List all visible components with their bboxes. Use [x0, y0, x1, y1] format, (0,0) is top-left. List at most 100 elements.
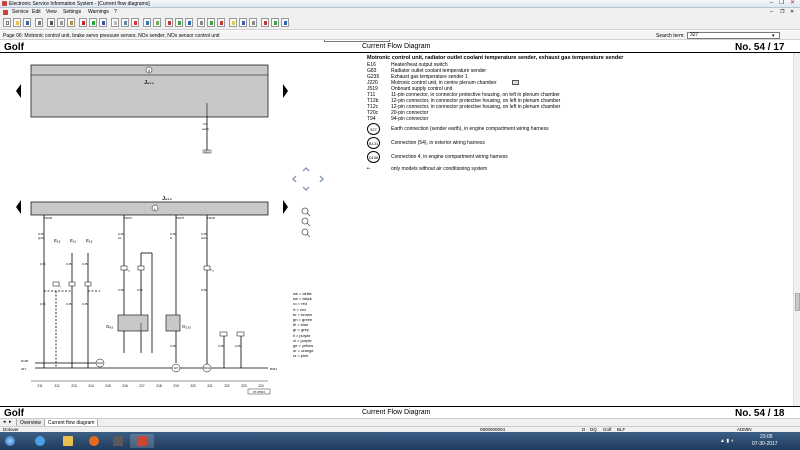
prev-page-bottom-icon[interactable]: [16, 200, 21, 214]
sender-g83: [117, 314, 149, 332]
scrollbar-thumb[interactable]: [795, 293, 800, 311]
start-button[interactable]: [2, 434, 18, 448]
minimize-button[interactable]: –: [767, 0, 776, 7]
svg-text:218: 218: [156, 384, 162, 388]
close-button[interactable]: ✕: [788, 0, 797, 7]
svg-text:0,35: 0,35: [66, 302, 72, 306]
legend-connection-row: D106 Connection 4, in engine compartment …: [367, 150, 687, 164]
explorer-icon[interactable]: [28, 434, 52, 448]
tab-prev-icon[interactable]: ◂: [3, 419, 6, 425]
doc-restore-button[interactable]: ❐: [780, 9, 784, 15]
note-icon[interactable]: [229, 18, 237, 27]
image-icon[interactable]: [153, 18, 161, 27]
svg-text:212: 212: [54, 384, 60, 388]
list-icon[interactable]: [271, 18, 279, 27]
doc-close-button[interactable]: ✕: [790, 9, 794, 15]
search-input[interactable]: 327: [687, 32, 780, 39]
folder-icon[interactable]: [56, 434, 80, 448]
svg-text:215: 215: [105, 384, 111, 388]
checklist-icon[interactable]: [207, 18, 215, 27]
conn-label-4: T94/46: [207, 216, 216, 220]
svg-text:0,35: 0,35: [137, 288, 143, 292]
paste-icon[interactable]: [67, 18, 75, 27]
svg-text:B131: B131: [204, 367, 210, 370]
pan-left-icon[interactable]: [292, 175, 297, 183]
toolbar: Job note:: [0, 16, 800, 42]
menu-settings[interactable]: Settings: [63, 9, 81, 15]
menu-service[interactable]: Service: [12, 9, 29, 15]
legend-earth-row: 327 Earth connection (sender earth), in e…: [367, 122, 687, 136]
svg-text:216: 216: [122, 384, 128, 388]
forward-icon[interactable]: [175, 18, 183, 27]
firefox-icon[interactable]: [82, 434, 106, 448]
prev-page-top-icon[interactable]: [16, 84, 21, 98]
svg-text:0,35: 0,35: [40, 262, 46, 266]
svg-text:0,35: 0,35: [118, 288, 124, 292]
legend-title: Motronic control unit, radiator outlet c…: [367, 55, 624, 61]
svg-text:0,35: 0,35: [235, 344, 241, 348]
title-bar: Electronic Service Information System - …: [0, 0, 800, 8]
left-ref-1: D106: [21, 359, 29, 363]
page-title: Page 06: Motronic control unit, brake se…: [3, 33, 220, 39]
menu-warnings[interactable]: Warnings: [88, 9, 109, 15]
next-page-top-icon[interactable]: [283, 84, 288, 98]
menu-edit[interactable]: Edit: [32, 9, 41, 15]
sheet-header: Golf Current Flow Diagram No. 54 / 17: [0, 41, 800, 53]
tab-strip: ◂ ▸ Overview Current flow diagram: [0, 418, 800, 427]
svg-text:220: 220: [190, 384, 196, 388]
mail-icon[interactable]: [261, 18, 269, 27]
copy-icon[interactable]: [57, 18, 65, 27]
app-tray-icon[interactable]: [106, 434, 130, 448]
blue-page-icon[interactable]: [99, 18, 107, 27]
legend-connection-row: B131 Connection (54), in exterior wiring …: [367, 136, 687, 150]
chevron-down-icon[interactable]: ▾: [772, 33, 775, 39]
maximize-button[interactable]: ❐: [777, 0, 786, 7]
menu-help[interactable]: ?: [114, 9, 117, 15]
next-page-bottom-icon[interactable]: [283, 200, 288, 214]
save-icon[interactable]: [23, 18, 31, 27]
conn-label-1: T94/30: [44, 216, 53, 220]
svg-text:211: 211: [37, 384, 42, 388]
svg-text:0,35: 0,35: [170, 344, 176, 348]
camera-icon[interactable]: [512, 80, 519, 85]
tab-next-icon[interactable]: ▸: [9, 419, 12, 425]
pan-up-icon[interactable]: [302, 167, 310, 172]
cut-icon[interactable]: [47, 18, 55, 27]
bookmark-icon[interactable]: [239, 18, 247, 27]
elsa-taskbar-button[interactable]: [130, 434, 154, 448]
doc-minimize-button[interactable]: –: [770, 9, 773, 15]
green-page-icon[interactable]: [89, 18, 97, 27]
conn-label-3: T94/75: [176, 216, 185, 220]
info-icon[interactable]: [143, 18, 151, 27]
menu-app-icon[interactable]: [3, 9, 8, 15]
up-icon[interactable]: [185, 18, 193, 27]
zoom-icon[interactable]: [197, 18, 205, 27]
right-ref: B331: [270, 367, 277, 371]
new-icon[interactable]: [3, 18, 11, 27]
svg-text:0,35: 0,35: [82, 302, 88, 306]
tray-icons[interactable]: ▲ ▮ ◖: [720, 438, 734, 444]
flag-icon[interactable]: [217, 18, 225, 27]
pan-down-icon[interactable]: [302, 186, 310, 191]
open-icon[interactable]: [13, 18, 21, 27]
svg-text:214: 214: [88, 384, 94, 388]
svg-text:219: 219: [173, 384, 179, 388]
wire-color-key: ws = white sw = black ro = red rt = red …: [293, 291, 353, 358]
search-doc-icon[interactable]: [121, 18, 129, 27]
stop-icon[interactable]: [131, 18, 139, 27]
color-key-item: rs = pink: [293, 353, 309, 359]
menu-view[interactable]: View: [46, 9, 57, 15]
red-page-icon[interactable]: [79, 18, 87, 27]
globe-icon[interactable]: [281, 18, 289, 27]
back-icon[interactable]: [165, 18, 173, 27]
left-ref-2: 327: [21, 367, 26, 371]
settings-icon[interactable]: [249, 18, 257, 27]
svg-text:B331: B331: [204, 152, 210, 154]
pan-right-icon[interactable]: [319, 175, 324, 183]
vertical-scrollbar[interactable]: [793, 53, 800, 406]
component-g83: G₈₃: [106, 324, 113, 329]
diagram-ref-code: 97-97843: [253, 390, 265, 394]
conn-label-2: T94/57: [124, 216, 133, 220]
print-icon[interactable]: [35, 18, 43, 27]
doc-icon[interactable]: [111, 18, 119, 27]
